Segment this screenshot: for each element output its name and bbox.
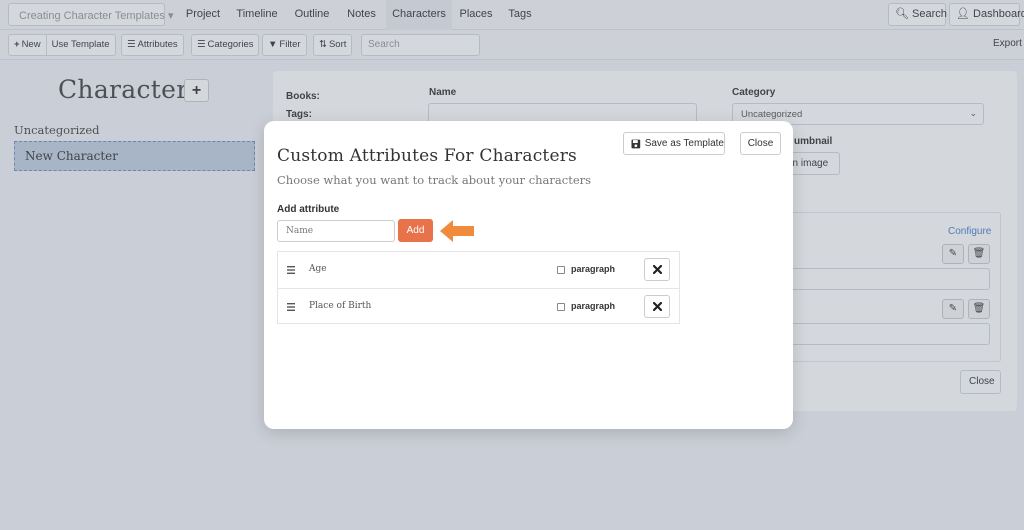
modal-title: Custom Attributes For Characters: [277, 146, 577, 166]
attribute-name: Place of Birth: [309, 301, 372, 311]
paragraph-label: paragraph: [571, 264, 616, 274]
add-attribute-button[interactable]: Add: [398, 219, 433, 242]
add-attribute-label: Add attribute: [277, 204, 340, 215]
paragraph-checkbox[interactable]: [557, 303, 565, 311]
attribute-name-input[interactable]: Name: [277, 220, 395, 242]
arrow-left-icon: [440, 220, 474, 242]
modal-subtitle: Choose what you want to track about your…: [277, 173, 592, 187]
attribute-name: Age: [309, 264, 327, 274]
save-as-template-button[interactable]: Save as Template: [623, 132, 725, 155]
delete-attribute-button[interactable]: [644, 295, 670, 318]
delete-attribute-button[interactable]: [644, 258, 670, 281]
paragraph-checkbox[interactable]: [557, 266, 565, 274]
drag-handle-icon[interactable]: [287, 302, 295, 312]
paragraph-label: paragraph: [571, 301, 616, 311]
attribute-row: Age paragraph: [278, 252, 679, 288]
floppy-disk-icon: [631, 139, 641, 148]
attribute-row: Place of Birth paragraph: [278, 288, 679, 324]
custom-attributes-modal: Save as Template Close Custom Attributes…: [264, 121, 793, 429]
attribute-list: Age paragraph Place of Birth paragraph: [277, 251, 680, 324]
drag-handle-icon[interactable]: [287, 265, 295, 275]
close-icon: [652, 265, 662, 274]
close-icon: [652, 302, 662, 311]
modal-close-button[interactable]: Close: [740, 132, 781, 155]
